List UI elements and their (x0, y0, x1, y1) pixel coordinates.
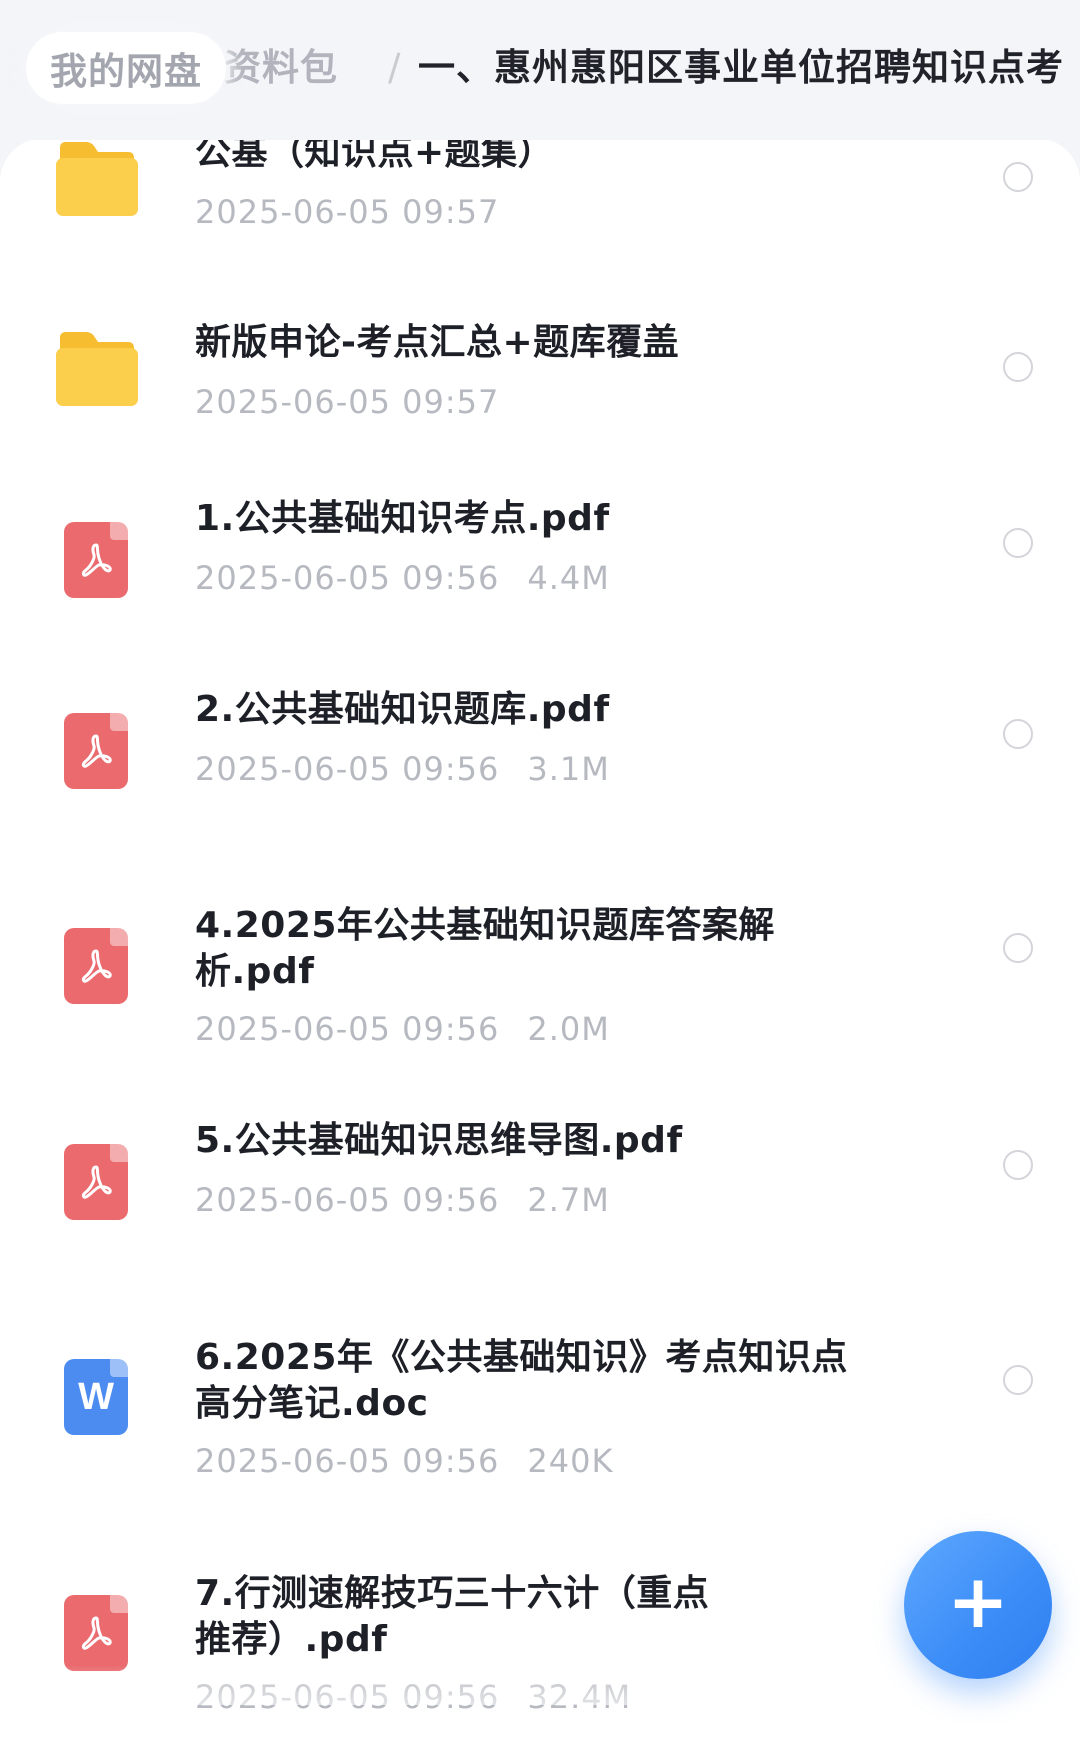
file-row[interactable]: 5.公共基础知识思维导图.pdf 2025-06-05 09:56 2.7M (0, 1120, 1080, 1332)
file-date: 2025-06-05 09:57 (195, 383, 500, 421)
file-date: 2025-06-05 09:56 (195, 750, 500, 788)
pdf-icon (54, 709, 140, 795)
file-size: 2.0M (527, 1010, 610, 1048)
file-date: 2025-06-05 09:56 (195, 559, 500, 597)
file-list: 公基（知识点+题集） 2025-06-05 09:57 新版申论-考点汇总+题库… (0, 138, 1080, 1738)
file-name: 4.2025年公共基础知识题库答案解析.pdf (195, 905, 775, 992)
word-icon-letter: W (78, 1376, 114, 1418)
breadcrumb-separator: / (388, 46, 401, 89)
file-row[interactable]: 新版申论-考点汇总+题库覆盖 2025-06-05 09:57 (0, 322, 1080, 518)
file-meta: 2025-06-05 09:56 2.7M (195, 1180, 610, 1220)
breadcrumb-home-button[interactable]: 我的网盘 (26, 32, 226, 104)
file-size: 3.1M (527, 750, 610, 788)
file-date: 2025-06-05 09:57 (195, 193, 500, 231)
file-name: 新版申论-考点汇总+题库覆盖 (195, 322, 680, 363)
file-row[interactable]: 公基（知识点+题集） 2025-06-05 09:57 (0, 138, 1080, 328)
folder-icon (54, 142, 140, 228)
select-radio[interactable] (1003, 162, 1033, 192)
select-radio[interactable] (1003, 719, 1033, 749)
file-size: 4.4M (527, 559, 610, 597)
select-radio[interactable] (1003, 528, 1033, 558)
pdf-icon (54, 518, 140, 604)
select-radio[interactable] (1003, 1365, 1033, 1395)
select-radio[interactable] (1003, 1150, 1033, 1180)
file-size: 240K (527, 1442, 614, 1480)
file-name: 5.公共基础知识思维导图.pdf (195, 1120, 683, 1161)
file-meta: 2025-06-05 09:56 3.1M (195, 749, 610, 789)
file-date: 2025-06-05 09:56 (195, 1181, 500, 1219)
file-row[interactable]: 1.公共基础知识考点.pdf 2025-06-05 09:56 4.4M (0, 498, 1080, 710)
file-meta: 2025-06-05 09:56 2.0M (195, 1009, 610, 1049)
breadcrumb-home-label: 我的网盘 (50, 50, 202, 93)
file-name: 公基（知识点+题集） (195, 138, 555, 173)
top-bar: 考资料包 / 一、惠州惠阳区事业单位招聘知识点考 我的网盘 (0, 0, 1080, 140)
file-row[interactable]: W 6.2025年《公共基础知识》考点知识点高分笔记.doc 2025-06-0… (0, 1337, 1080, 1587)
file-size: 32.4M (527, 1678, 632, 1716)
file-meta: 2025-06-05 09:57 (195, 382, 499, 422)
file-meta: 2025-06-05 09:56 32.4M (195, 1677, 631, 1717)
select-radio[interactable] (1003, 352, 1033, 382)
folder-icon (54, 332, 140, 418)
file-name: 2.公共基础知识题库.pdf (195, 689, 610, 730)
file-size: 2.7M (527, 1181, 610, 1219)
pdf-icon (54, 924, 140, 1010)
file-date: 2025-06-05 09:56 (195, 1010, 500, 1048)
word-icon: W (54, 1355, 140, 1441)
pdf-icon (54, 1140, 140, 1226)
file-name: 7.行测速解技巧三十六计（重点推荐）.pdf (195, 1573, 710, 1660)
file-meta: 2025-06-05 09:56 240K (195, 1441, 613, 1481)
plus-icon: + (946, 1559, 1009, 1645)
add-button[interactable]: + (904, 1531, 1052, 1679)
pdf-icon (54, 1591, 140, 1677)
file-date: 2025-06-05 09:56 (195, 1442, 500, 1480)
file-name: 6.2025年《公共基础知识》考点知识点高分笔记.doc (195, 1337, 848, 1424)
file-date: 2025-06-05 09:56 (195, 1678, 500, 1716)
file-name: 1.公共基础知识考点.pdf (195, 498, 610, 539)
select-radio[interactable] (1003, 933, 1033, 963)
breadcrumb-item-current: 一、惠州惠阳区事业单位招聘知识点考 (418, 46, 1064, 89)
file-row[interactable]: 2.公共基础知识题库.pdf 2025-06-05 09:56 3.1M (0, 689, 1080, 901)
file-meta: 2025-06-05 09:56 4.4M (195, 558, 610, 598)
file-meta: 2025-06-05 09:57 (195, 192, 499, 232)
